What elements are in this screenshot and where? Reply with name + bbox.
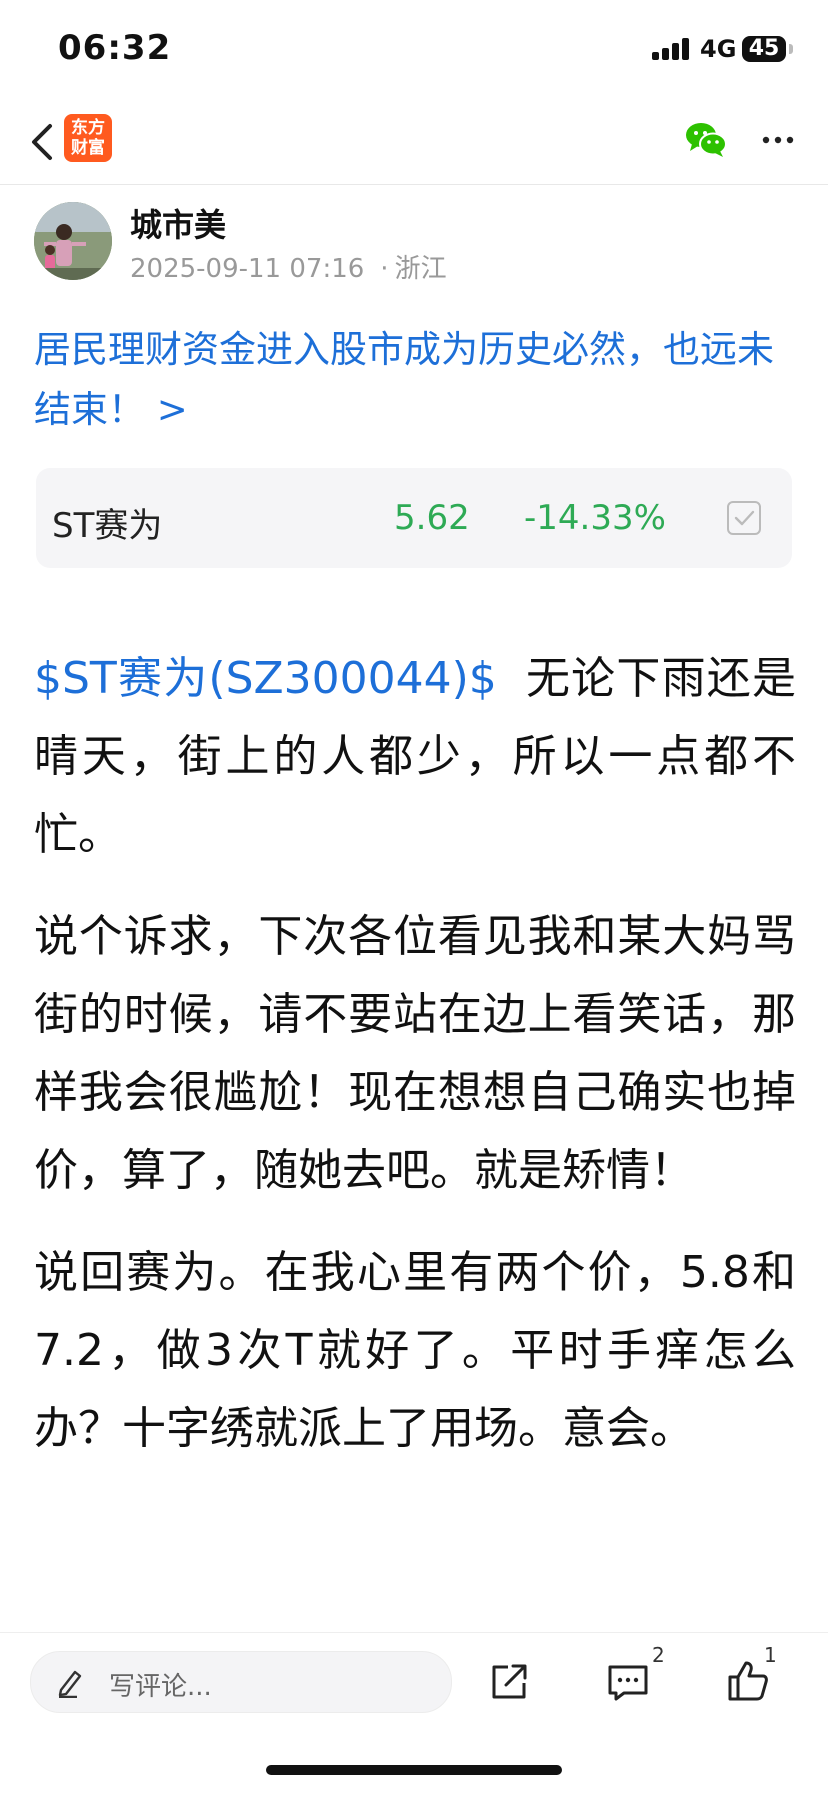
comment-icon[interactable] xyxy=(606,1661,650,1703)
home-indicator[interactable] xyxy=(266,1765,562,1775)
author-name[interactable]: 城市美 xyxy=(130,200,226,246)
wechat-icon[interactable] xyxy=(684,120,728,158)
stock-ticker-link[interactable]: $ST赛为(SZ300044)$ xyxy=(34,653,497,704)
article-title-link[interactable]: 居民理财资金进入股市成为历史必然，也远未结束！ > xyxy=(34,320,794,440)
post-meta: 2025-09-11 07:16 · 浙江 xyxy=(130,248,447,285)
comment-input[interactable]: 写评论... xyxy=(30,1651,452,1713)
battery-icon: 45 xyxy=(742,36,786,62)
more-icon[interactable] xyxy=(758,120,798,160)
bottom-bar: 写评论... 2 1 xyxy=(0,1632,828,1793)
battery-tip xyxy=(789,44,793,54)
share-icon[interactable] xyxy=(488,1661,530,1703)
network-label: 4G xyxy=(700,35,737,63)
post-body: $ST赛为(SZ300044)$ 无论下雨还是晴天，街上的人都少，所以一点都不忙。… xyxy=(34,640,796,1492)
checkbox-icon[interactable] xyxy=(726,500,762,536)
stock-change: -14.33% xyxy=(524,498,666,538)
meta-separator: · xyxy=(380,254,389,284)
post-paragraph-1: $ST赛为(SZ300044)$ 无论下雨还是晴天，街上的人都少，所以一点都不忙。 xyxy=(34,640,796,874)
post-paragraph-2: 说个诉求，下次各位看见我和某大妈骂街的时候，请不要站在边上看笑话，那样我会很尴尬… xyxy=(34,911,796,1196)
stock-name: ST赛为 xyxy=(52,506,163,546)
like-count: 1 xyxy=(764,1643,777,1667)
app-logo[interactable]: 东方财富 xyxy=(64,114,112,162)
status-time: 06:32 xyxy=(58,28,172,68)
back-arrow-icon[interactable] xyxy=(24,120,64,164)
status-bar: 06:32 4G 45 xyxy=(0,0,828,100)
comment-placeholder: 写评论... xyxy=(109,1672,212,1702)
post-paragraph-3: 说回赛为。在我心里有两个价，5.8和7.2，做3次T就好了。平时手痒怎么办？十字… xyxy=(34,1247,796,1454)
pen-icon xyxy=(58,1670,82,1698)
stock-card[interactable]: ST赛为 5.62 -14.33% xyxy=(36,468,792,568)
signal-icon xyxy=(652,38,694,60)
nav-bar: 东方财富 xyxy=(0,100,828,185)
avatar[interactable] xyxy=(34,202,112,280)
comment-count: 2 xyxy=(652,1643,665,1667)
stock-price: 5.62 xyxy=(394,498,470,538)
post-datetime: 2025-09-11 07:16 xyxy=(130,254,365,284)
post-location: 浙江 xyxy=(394,254,447,284)
